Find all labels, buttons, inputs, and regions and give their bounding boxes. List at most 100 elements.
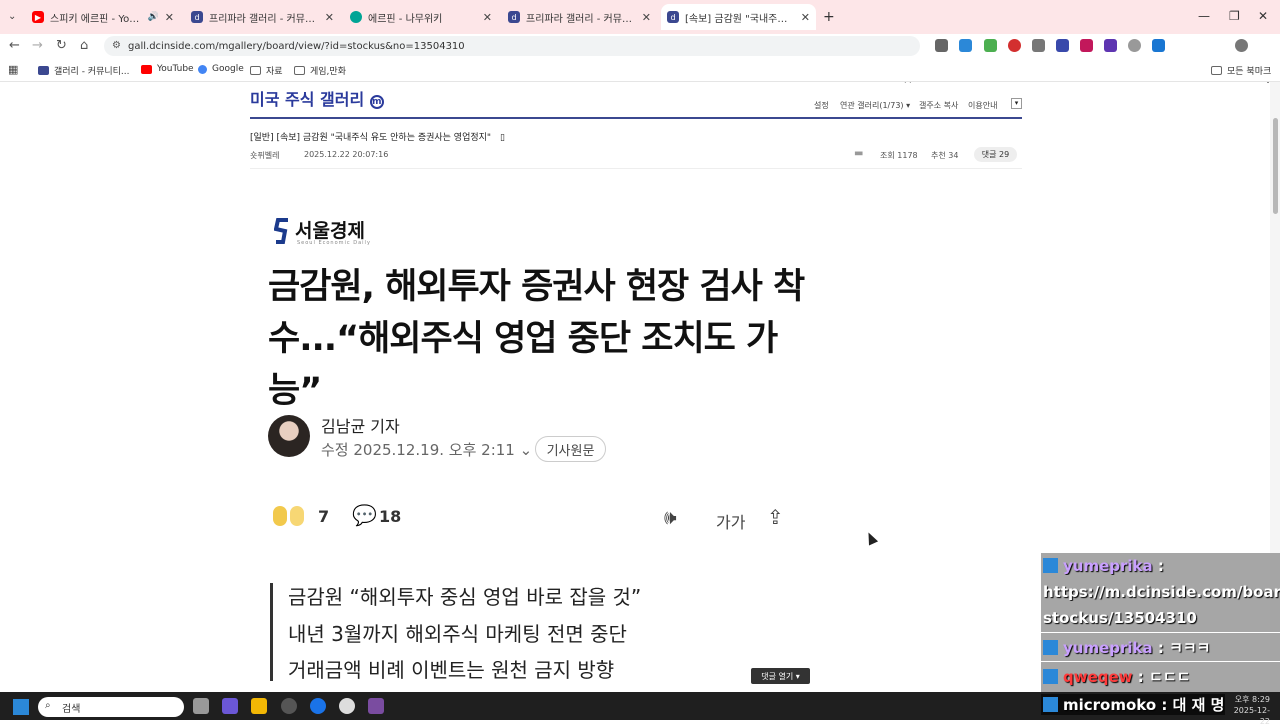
font-size-icon[interactable]: 가가: [716, 509, 745, 533]
chat-user-icon: [1043, 697, 1058, 712]
chat-message: micromoko : 대 재 명: [1041, 694, 1225, 715]
site-info-icon[interactable]: ⚙: [112, 40, 121, 51]
close-icon[interactable]: ✕: [165, 11, 174, 24]
reaction-icon[interactable]: [273, 506, 287, 526]
back-icon[interactable]: ←: [9, 38, 20, 53]
chat-message: stockus/13504310: [1043, 609, 1197, 627]
extension-icon[interactable]: [1128, 39, 1141, 52]
tab-gallery-1[interactable]: d 프리파라 갤러리 - 커뮤니티 포 ✕: [185, 6, 340, 28]
close-icon[interactable]: ✕: [642, 11, 651, 24]
copilot-icon[interactable]: [222, 698, 238, 714]
recommend-count: 추천 34: [931, 151, 959, 160]
youtube-icon: ▶: [32, 11, 44, 23]
bookmark-folder-2[interactable]: 게임,만화: [294, 64, 346, 77]
profile-avatar[interactable]: [1235, 39, 1248, 52]
chevron-down-icon: ⌄: [519, 441, 533, 459]
extension-icon[interactable]: [1104, 39, 1117, 52]
speaker-icon[interactable]: 🕪: [664, 505, 677, 529]
tab-active-article[interactable]: d [속보] 금감원 "국내주식 유도 ✕: [661, 4, 816, 30]
taskbar-search[interactable]: ⌕ 검색: [38, 697, 184, 717]
windows-start-icon[interactable]: [13, 699, 29, 715]
minor-gallery-icon: m: [369, 95, 384, 109]
dcinside-icon: [38, 66, 49, 75]
home-icon[interactable]: ⌂: [80, 38, 88, 53]
address-bar[interactable]: ⚙ gall.dcinside.com/mgallery/board/view/…: [104, 36, 920, 56]
mobile-icon: ▯: [499, 133, 505, 143]
extension-icon[interactable]: [984, 39, 997, 52]
dropdown-toggle[interactable]: ▾: [1011, 98, 1022, 109]
bookmark-folder-1[interactable]: 자료: [250, 64, 283, 77]
extension-icon[interactable]: [1080, 39, 1093, 52]
restore-button[interactable]: ❐: [1229, 9, 1240, 23]
scrollbar-thumb[interactable]: [1273, 118, 1278, 214]
bookmark-gallery[interactable]: 갤러리 - 커뮤니티...: [38, 64, 130, 77]
new-tab-button[interactable]: +: [823, 9, 835, 25]
menu-guide[interactable]: 이용안내: [968, 100, 997, 111]
tab-youtube[interactable]: ▶ 스피키 에르핀 - YouTube 🔊 ✕: [26, 6, 180, 28]
reporter-name[interactable]: 김남균 기자: [321, 413, 400, 437]
gallery-title[interactable]: 미국 주식 갤러리 m: [250, 86, 384, 110]
close-icon[interactable]: ✕: [325, 11, 334, 24]
post-title: [일반] [속보] 금감원 "국내주식 유도 안하는 증권사는 영업정지" ▯: [250, 133, 505, 143]
folder-icon: [1211, 66, 1222, 75]
bookmark-google[interactable]: Google: [198, 64, 244, 74]
tab-search-icon[interactable]: ⌄: [8, 11, 16, 22]
close-icon[interactable]: ✕: [801, 11, 810, 24]
forward-icon[interactable]: →: [32, 38, 43, 53]
audio-icon[interactable]: 🔊: [148, 12, 159, 22]
download-icon[interactable]: [1152, 39, 1165, 52]
app-icon[interactable]: [368, 698, 384, 714]
folder-icon[interactable]: ▬: [854, 148, 863, 159]
header-divider: [250, 117, 1022, 119]
share-icon[interactable]: ⇪: [767, 505, 784, 529]
app-icon[interactable]: [281, 698, 297, 714]
seoul-economic-logo-icon: [274, 218, 288, 244]
extension-icon[interactable]: [1008, 39, 1021, 52]
dcinside-icon: d: [191, 11, 203, 23]
post-author[interactable]: 숏퓌벨레: [250, 150, 279, 161]
extension-icon[interactable]: [1056, 39, 1069, 52]
folder-icon: [294, 66, 305, 75]
menu-related-galleries[interactable]: 연관 갤러리(1/73) ▾: [840, 100, 910, 111]
comment-count: 18: [379, 507, 402, 526]
original-article-button[interactable]: 기사원문: [535, 436, 606, 462]
extension-icon[interactable]: [935, 39, 948, 52]
chat-divider: [1041, 632, 1280, 633]
chat-message: qweqew : ㄷㄷㄷ: [1041, 666, 1280, 687]
modified-date[interactable]: 수정 2025.12.19. 오후 2:11 ⌄: [321, 439, 532, 460]
tab-strip: ⌄ ▶ 스피키 에르핀 - YouTube 🔊 ✕ d 프리파라 갤러리 - 커…: [0, 0, 1280, 34]
chat-user-icon: [1043, 558, 1058, 573]
view-count: 조회 1178: [880, 151, 918, 160]
task-view-icon[interactable]: [193, 698, 209, 714]
namuwiki-icon: [350, 11, 362, 23]
thumbs-icon[interactable]: [290, 506, 304, 526]
menu-settings[interactable]: 설정: [814, 100, 829, 111]
folder-icon: [250, 66, 261, 75]
google-icon: [198, 64, 207, 74]
tab-gallery-2[interactable]: d 프리파라 갤러리 - 커뮤니티 포 ✕: [502, 6, 657, 28]
chrome-icon[interactable]: [310, 698, 326, 714]
minimize-button[interactable]: —: [1198, 9, 1210, 23]
extension-icon[interactable]: [1032, 39, 1045, 52]
comment-icon[interactable]: 💬: [352, 503, 377, 527]
file-explorer-icon[interactable]: [251, 698, 267, 714]
chat-message: https://m.dcinside.com/board/: [1043, 583, 1280, 601]
reload-icon[interactable]: ↻: [56, 38, 67, 53]
mouse-cursor-icon: [863, 530, 879, 546]
close-icon[interactable]: ✕: [483, 11, 492, 24]
chat-message: yumeprika :: [1041, 557, 1280, 575]
all-bookmarks[interactable]: 모든 북마크: [1211, 64, 1271, 77]
taskbar-clock[interactable]: 오후 8:29 2025-12-22: [1226, 694, 1270, 727]
app-icon[interactable]: [339, 698, 355, 714]
extension-icon[interactable]: [959, 39, 972, 52]
open-comments-button[interactable]: 댓글 열기 ▾: [751, 668, 810, 684]
reaction-count: 7: [318, 507, 330, 526]
bookmark-youtube[interactable]: YouTube: [141, 64, 194, 74]
post-date: 2025.12.22 20:07:16: [304, 150, 389, 159]
menu-copy-address[interactable]: 갤주소 복사: [919, 100, 958, 111]
tab-namuwiki[interactable]: 에르핀 - 나무위키 ✕: [344, 6, 498, 28]
comment-count-badge[interactable]: 댓글 29: [974, 147, 1017, 162]
summary-line: 내년 3월까지 해외주식 마케팅 전면 중단: [288, 622, 627, 646]
apps-icon[interactable]: ▦: [8, 63, 18, 76]
window-close-button[interactable]: ✕: [1258, 9, 1268, 23]
